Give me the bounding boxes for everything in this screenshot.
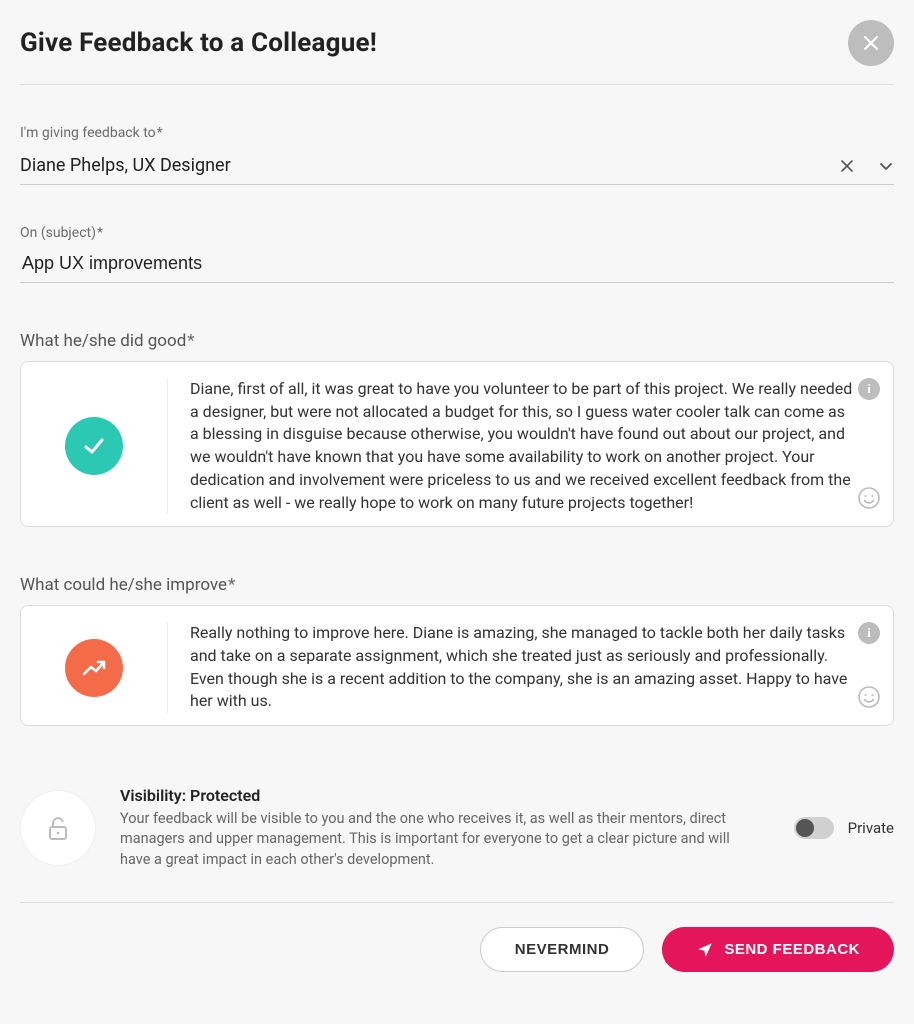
visibility-badge	[20, 790, 96, 866]
improve-feedback-text[interactable]: Really nothing to improve here. Diane is…	[190, 622, 853, 713]
recipient-label: I'm giving feedback to*	[20, 125, 894, 141]
cancel-button[interactable]: NEVERMIND	[480, 927, 645, 972]
good-label: What he/she did good*	[20, 331, 894, 351]
check-badge	[65, 417, 123, 475]
check-icon	[79, 431, 109, 461]
good-emoji-button[interactable]	[857, 486, 881, 514]
improve-emoji-button[interactable]	[857, 685, 881, 713]
send-feedback-label: SEND FEEDBACK	[724, 941, 860, 958]
info-icon: i	[867, 625, 871, 641]
page-title: Give Feedback to a Colleague!	[20, 28, 377, 58]
smile-icon	[857, 685, 881, 709]
smile-icon	[857, 486, 881, 510]
chevron-down-icon	[878, 158, 894, 174]
recipient-dropdown-button[interactable]	[878, 158, 894, 174]
private-toggle-label: Private	[848, 819, 894, 837]
unlock-icon	[43, 813, 73, 843]
improve-feedback-box: Really nothing to improve here. Diane is…	[20, 605, 894, 726]
subject-label: On (subject)*	[20, 225, 894, 241]
visibility-title: Visibility: Protected	[120, 786, 770, 805]
good-feedback-text[interactable]: Diane, first of all, it was great to hav…	[190, 378, 853, 514]
trend-up-icon	[78, 652, 110, 684]
x-icon	[840, 159, 854, 173]
good-info-button[interactable]: i	[858, 378, 880, 400]
close-icon	[862, 34, 880, 52]
clear-recipient-button[interactable]	[840, 159, 854, 173]
trend-badge	[65, 639, 123, 697]
send-feedback-button[interactable]: SEND FEEDBACK	[662, 927, 894, 972]
close-button[interactable]	[848, 20, 894, 66]
recipient-select[interactable]: Diane Phelps, UX Designer	[20, 145, 894, 185]
good-feedback-box: Diane, first of all, it was great to hav…	[20, 361, 894, 527]
private-toggle[interactable]	[794, 817, 834, 839]
divider	[20, 84, 894, 85]
toggle-knob	[796, 819, 814, 837]
subject-input[interactable]	[20, 241, 894, 283]
visibility-description: Your feedback will be visible to you and…	[120, 809, 760, 870]
send-icon	[696, 941, 714, 959]
improve-label: What could he/she improve*	[20, 575, 894, 595]
improve-info-button[interactable]: i	[858, 622, 880, 644]
recipient-value: Diane Phelps, UX Designer	[20, 155, 840, 176]
info-icon: i	[867, 381, 871, 397]
